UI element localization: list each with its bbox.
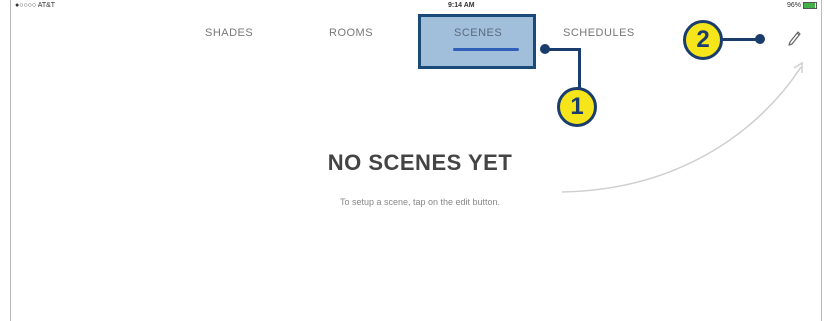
status-bar: ●○○○○ AT&T 9:14 AM 96%: [11, 0, 821, 14]
tab-rooms[interactable]: ROOMS: [329, 27, 373, 39]
tab-shades[interactable]: SHADES: [205, 27, 253, 39]
battery-status: 96%: [787, 2, 817, 9]
status-time: 9:14 AM: [448, 2, 475, 9]
tab-schedules[interactable]: SCHEDULES: [563, 27, 635, 39]
callout-2-anchor-dot: [755, 34, 765, 44]
callout-badge-1: 1: [557, 87, 597, 127]
battery-icon: [803, 2, 817, 9]
scenes-tab-highlight: [418, 14, 536, 69]
carrier-label: ●○○○○ AT&T: [15, 2, 56, 9]
callout-1-connector-v: [578, 48, 581, 88]
callout-badge-2: 2: [683, 20, 723, 60]
empty-state-subtitle: To setup a scene, tap on the edit button…: [339, 197, 501, 207]
callout-2-connector: [722, 38, 758, 41]
pencil-icon[interactable]: [787, 28, 803, 46]
empty-state-title: NO SCENES YET: [327, 150, 513, 175]
callout-1-connector-h: [545, 48, 581, 51]
tab-selected-indicator: [453, 48, 519, 51]
battery-percent: 96%: [786, 2, 801, 9]
tab-scenes[interactable]: SCENES: [454, 27, 502, 39]
